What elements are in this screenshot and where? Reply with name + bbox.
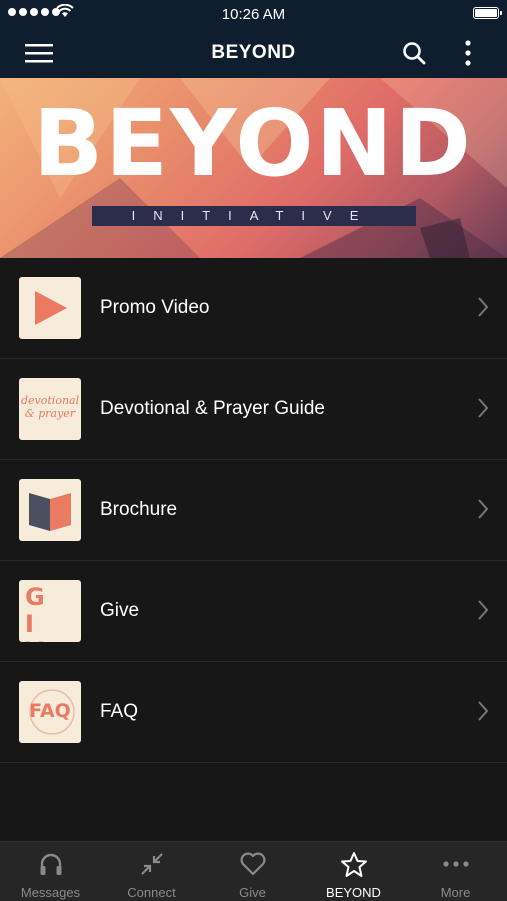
faq-thumb-text: FAQ: [29, 700, 71, 722]
vertical-dots-icon[interactable]: [451, 36, 485, 70]
list-item-brochure[interactable]: Brochure: [0, 460, 507, 561]
list-item-label: FAQ: [100, 701, 139, 722]
search-icon[interactable]: [397, 36, 431, 70]
banner-subtitle: INITIATIVE: [92, 206, 416, 226]
list-item-label: Devotional & Prayer Guide: [100, 398, 325, 419]
chevron-right-icon: [477, 599, 489, 626]
more-dots-icon: [404, 851, 507, 877]
list-item-faq[interactable]: FAQ FAQ: [0, 662, 507, 763]
chevron-right-icon: [477, 700, 489, 727]
battery-icon: [473, 7, 502, 19]
banner-title: BEYOND: [33, 90, 473, 197]
list-item-label: Brochure: [100, 499, 178, 520]
tab-beyond[interactable]: BEYOND: [303, 842, 404, 901]
faq-thumbnail-icon: FAQ: [19, 681, 81, 743]
tab-label: BEYOND: [326, 885, 381, 900]
tab-give[interactable]: Give: [202, 842, 303, 901]
beyond-banner: BEYOND INITIATIVE: [0, 78, 507, 258]
tab-more[interactable]: More: [404, 842, 507, 901]
heart-icon: [202, 851, 303, 877]
headphones-icon: [0, 851, 101, 877]
tab-bar: Messages Connect Give BEYOND More: [0, 841, 507, 901]
nav-bar: BEYOND: [0, 28, 507, 78]
content-list: Promo Video devotional & prayer Devotion…: [0, 258, 507, 763]
list-item-devotional[interactable]: devotional & prayer Devotional & Prayer …: [0, 359, 507, 460]
devotional-thumb-text: devotional & prayer: [21, 394, 80, 420]
list-item-label: Promo Video: [100, 297, 210, 318]
connect-arrows-icon: [101, 851, 202, 877]
list-item-give[interactable]: GIVE Give: [0, 561, 507, 662]
chevron-right-icon: [477, 498, 489, 525]
tab-label: Messages: [20, 885, 81, 900]
give-thumb-text: GIVE: [25, 583, 59, 643]
status-time: 10:26 AM: [221, 6, 286, 23]
star-icon: [303, 851, 404, 877]
tab-messages[interactable]: Messages: [0, 842, 101, 901]
tab-connect[interactable]: Connect: [101, 842, 202, 901]
chevron-right-icon: [477, 397, 489, 424]
give-thumbnail-icon: GIVE: [19, 580, 81, 642]
brochure-thumbnail-icon: [19, 479, 81, 541]
tab-label: More: [440, 885, 471, 900]
chevron-right-icon: [477, 296, 489, 323]
play-thumbnail-icon: [19, 277, 81, 339]
list-item-label: Give: [100, 600, 140, 621]
devotional-thumbnail-icon: devotional & prayer: [19, 378, 81, 440]
list-item-promo-video[interactable]: Promo Video: [0, 258, 507, 359]
tab-label: Connect: [127, 885, 176, 900]
status-bar: 10:26 AM: [0, 0, 507, 28]
tab-label: Give: [239, 885, 266, 900]
